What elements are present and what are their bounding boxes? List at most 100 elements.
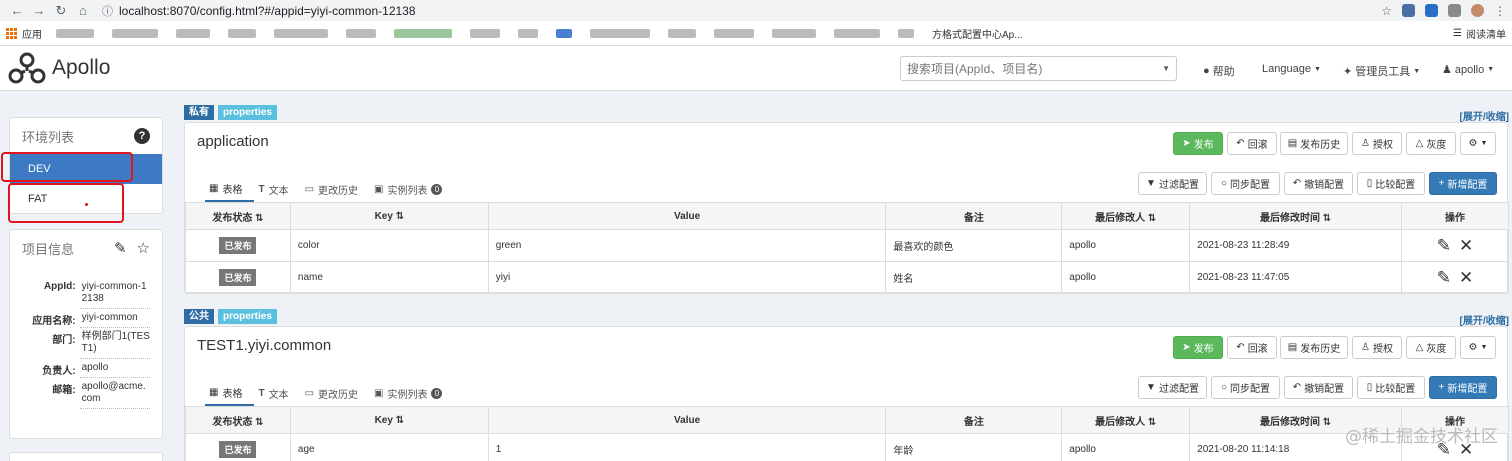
close-icon[interactable]: ✕ [1459,268,1473,288]
instances-icon: ▣ [374,388,384,399]
revoke-config-button[interactable]: ↶ 撤销配置 [1284,376,1353,399]
address-bar[interactable]: ⓘ localhost:8070/config.html?#/appid=yiy… [102,2,1382,19]
add-config-button[interactable]: + 新增配置 [1429,172,1497,195]
cell-value: 1 [487,433,887,461]
caret-down-icon: ▼ [1480,344,1488,351]
column-status[interactable]: 发布状态 ⇅ [185,202,291,230]
gray-release-button[interactable]: △ 灰度 [1406,336,1456,359]
reload-icon[interactable]: ↻ [50,3,72,19]
namespace-tabs: ▦ 表格 T 文本 ▭ 更改历史 ▣ 实例列表 0 [205,385,454,406]
extension-icon[interactable] [1425,4,1438,17]
bookmark-item[interactable] [274,28,328,38]
authorize-button[interactable]: ♙ 授权 [1352,336,1402,359]
expand-collapse-link[interactable]: [展开/收缩] [1460,312,1509,327]
bookmark-item[interactable] [772,28,816,38]
column-modifier[interactable]: 最后修改人 ⇅ [1061,202,1191,230]
help-icon[interactable]: ? [134,128,150,144]
info-icon[interactable]: ⓘ [102,3,113,19]
language-dropdown[interactable]: Language ▼ [1262,63,1321,75]
add-config-button[interactable]: + 新增配置 [1429,376,1497,399]
bookmark-item[interactable] [470,28,500,38]
filter-config-button[interactable]: ▼ 过滤配置 [1138,172,1207,195]
bookmark-item[interactable] [556,28,572,38]
rollback-button[interactable]: ↶ 回滚 [1227,336,1277,359]
user-dropdown[interactable]: ♟ apollo ▼ [1442,63,1495,77]
star-icon[interactable]: ☆ [1381,4,1392,18]
extension-icon[interactable] [1448,4,1461,17]
env-list-title: 环境列表 ? [10,118,162,154]
tab-table[interactable]: ▦ 表格 [205,385,255,406]
edit-icon[interactable]: ✎ [1437,236,1451,256]
bookmark-item[interactable] [56,28,94,38]
publish-history-button[interactable]: ▤ 发布历史 [1280,336,1348,359]
column-modified-time[interactable]: 最后修改时间 ⇅ [1189,202,1403,230]
bookmark-item[interactable]: 方格式配置中心Ap... [932,26,1023,41]
column-key[interactable]: Key ⇅ [289,202,489,230]
tab-history[interactable]: ▭ 更改历史 [301,181,370,202]
publish-button[interactable]: ➤ 发布 [1173,336,1223,359]
settings-dropdown-button[interactable]: ⚙ ▼ [1460,132,1496,155]
tab-text[interactable]: T 文本 [254,385,300,406]
settings-dropdown-button[interactable]: ⚙ ▼ [1460,336,1496,359]
bookmark-item[interactable] [394,28,452,38]
authorize-button[interactable]: ♙ 授权 [1352,132,1402,155]
column-modifier[interactable]: 最后修改人 ⇅ [1061,406,1191,434]
edit-icon[interactable]: ✎ [114,239,127,257]
expand-collapse-link[interactable]: [展开/收缩] [1460,108,1509,123]
gray-release-button[interactable]: △ 灰度 [1406,132,1456,155]
rollback-button[interactable]: ↶ 回滚 [1227,132,1277,155]
scope-tag: 私有 [184,105,214,120]
column-status[interactable]: 发布状态 ⇅ [185,406,291,434]
sync-config-button[interactable]: ○ 同步配置 [1211,376,1280,399]
edit-icon[interactable]: ✎ [1437,268,1451,288]
tab-instances[interactable]: ▣ 实例列表 0 [370,181,454,202]
filter-config-button[interactable]: ▼ 过滤配置 [1138,376,1207,399]
star-icon[interactable]: ☆ [137,239,150,257]
tab-text[interactable]: T 文本 [254,181,300,202]
column-key[interactable]: Key ⇅ [289,406,489,434]
profile-avatar[interactable] [1471,4,1484,17]
home-icon[interactable]: ⌂ [72,3,94,18]
revoke-config-button[interactable]: ↶ 撤销配置 [1284,172,1353,195]
url-text: localhost:8070/config.html?#/appid=yiyi-… [119,3,416,18]
tab-table[interactable]: ▦ 表格 [205,181,255,202]
published-badge: 已发布 [219,269,257,286]
extension-icon[interactable] [1402,4,1415,17]
tab-instances[interactable]: ▣ 实例列表 0 [370,385,454,406]
bookmark-item[interactable] [898,28,914,38]
bookmark-item[interactable] [228,28,256,38]
reading-list-icon: ☰ [1453,27,1462,39]
bookmark-item[interactable] [346,28,376,38]
bookmark-item[interactable] [176,28,210,38]
bookmark-item[interactable] [834,28,880,38]
cell-modifier: apollo [1061,433,1191,461]
bookmark-apps[interactable]: 应用 [6,26,42,41]
back-icon[interactable]: ← [6,3,28,18]
forward-icon[interactable]: → [28,3,50,18]
bookmark-item[interactable] [518,28,538,38]
bookmark-item[interactable] [112,28,158,38]
cell-comment: 年龄 [885,433,1063,461]
menu-icon[interactable]: ⋮ [1494,4,1506,18]
sync-config-button[interactable]: ○ 同步配置 [1211,172,1280,195]
reading-list[interactable]: ☰ 阅读清单 [1453,26,1506,41]
publish-button[interactable]: ➤ 发布 [1173,132,1223,155]
help-link[interactable]: ● 帮助 [1203,63,1235,79]
info-row-appid: AppId: yiyi-common-12138 [10,278,162,309]
publish-history-button[interactable]: ▤ 发布历史 [1280,132,1348,155]
compare-config-button[interactable]: ▯ 比较配置 [1357,376,1425,399]
admin-tools-dropdown[interactable]: ✦ 管理员工具 ▼ [1343,63,1420,79]
history-icon: ▭ [304,184,315,195]
bookmark-item[interactable] [590,28,650,38]
project-search-input[interactable]: 搜索项目(AppId、项目名) ▼ [900,56,1177,81]
tab-history[interactable]: ▭ 更改历史 [301,385,370,406]
close-icon[interactable]: ✕ [1459,236,1473,256]
column-value: Value [487,406,887,434]
cell-key: color [289,229,489,262]
bookmark-item[interactable] [668,28,696,38]
caret-down-icon: ▼ [1487,66,1495,73]
bookmark-item[interactable] [714,28,754,38]
apollo-logo[interactable]: Apollo [8,51,110,85]
app-header: Apollo 搜索项目(AppId、项目名) ▼ ● 帮助 Language ▼… [0,46,1512,91]
compare-config-button[interactable]: ▯ 比较配置 [1357,172,1425,195]
